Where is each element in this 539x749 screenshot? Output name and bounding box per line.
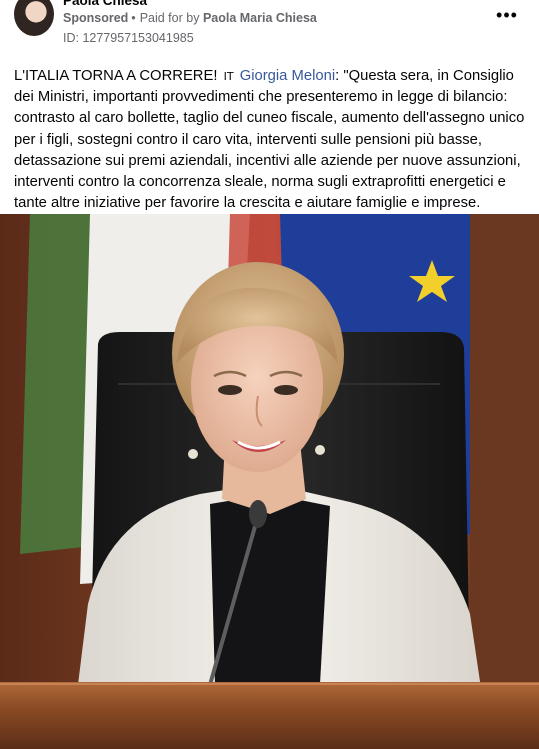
more-horizontal-icon: •••: [496, 5, 518, 25]
post-text-body: : "Questa sera, in Consiglio dei Ministr…: [14, 68, 525, 232]
post-text-intro: L'ITALIA TORNA A CORRERE!: [14, 68, 218, 84]
post-text: L'ITALIA TORNA A CORRERE! IT Giorgia Mel…: [14, 66, 529, 236]
italy-flag-icon: IT: [223, 70, 234, 83]
paid-for-prefix: Paid for by: [139, 11, 200, 25]
more-options-button[interactable]: •••: [491, 5, 523, 28]
mention-link[interactable]: Giorgia Meloni: [240, 68, 335, 84]
sponsored-post-card: Paola Chiesa Sponsored • Paid for by Paola…: [0, 0, 539, 749]
press-photo: [0, 214, 539, 749]
post-header: Paola Chiesa Sponsored • Paid for by Paola…: [0, 0, 539, 58]
sponsored-meta: Sponsored • Paid for by Paola Maria Chiesa: [63, 11, 317, 25]
meta-separator: •: [131, 11, 136, 25]
sponsored-label[interactable]: Sponsored: [63, 11, 128, 25]
author-name[interactable]: Paola Chiesa: [63, 0, 147, 8]
post-image[interactable]: [0, 214, 539, 749]
author-avatar[interactable]: [14, 0, 54, 36]
ad-id: ID: 1277957153041985: [63, 31, 194, 45]
payer-name[interactable]: Paola Maria Chiesa: [203, 11, 317, 25]
